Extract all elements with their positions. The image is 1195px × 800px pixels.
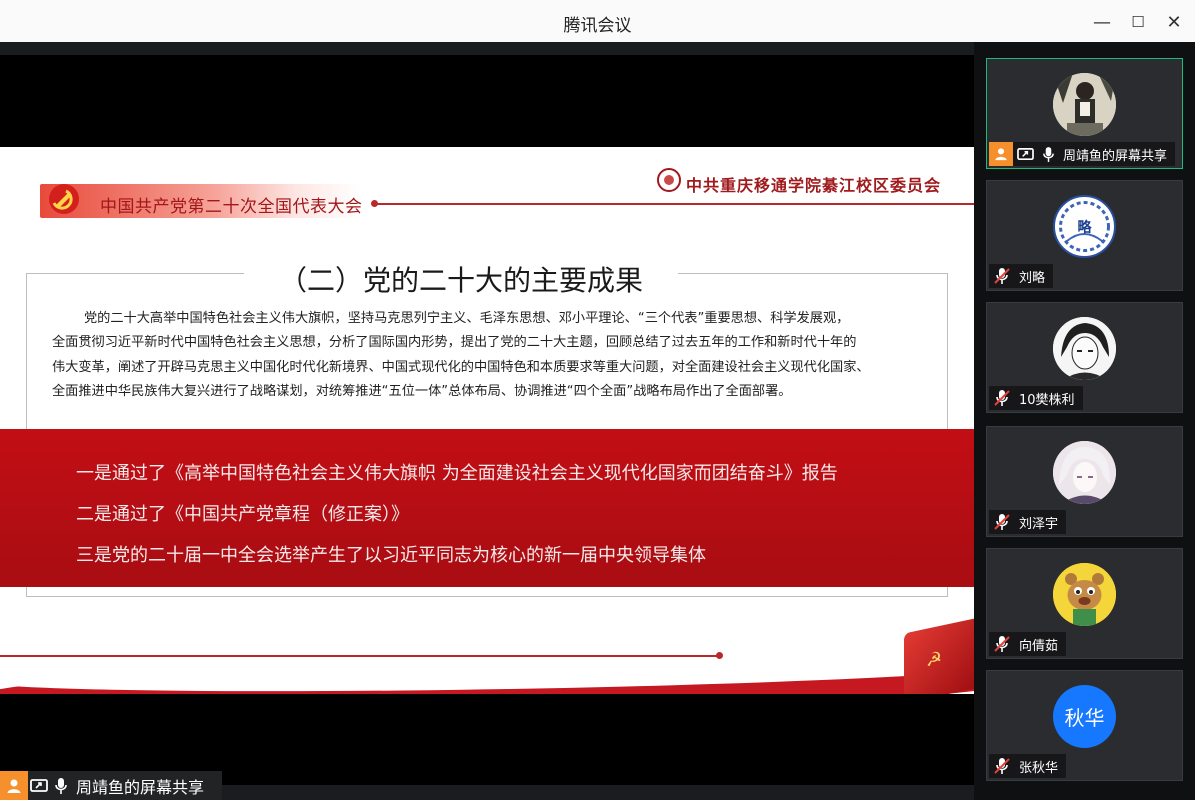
window-title: 腾讯会议 [563, 16, 632, 36]
cartoon-avatar-icon [1053, 563, 1116, 626]
title-bar: 腾讯会议 — ☐ ✕ [0, 0, 1195, 42]
participant-name: 10樊株利 [1019, 392, 1075, 408]
mic-muted-icon [989, 265, 1015, 287]
participant-tile[interactable]: 周靖鱼的屏幕共享 [986, 58, 1183, 169]
mic-muted-icon [989, 755, 1015, 777]
porcelain-avatar-icon: 略 [1053, 195, 1116, 258]
mic-icon [1037, 142, 1059, 166]
mic-muted-icon [989, 511, 1015, 533]
participant-label: 向倩茹 [989, 632, 1067, 656]
paragraph-line: 伟大变革，阐述了开辟马克思主义中国化时代化新境界、中国式现代化的中国特色和本质要… [52, 359, 870, 375]
participant-name: 刘泽宇 [1019, 516, 1059, 532]
initials-avatar-icon: 秋华 [1053, 685, 1116, 748]
presenter-bar: 周靖鱼的屏幕共享 [0, 771, 222, 800]
shared-screen[interactable]: 中国共产党第二十次全国代表大会 中共重庆移通学院綦江校区委员会 （二）党的二十大… [0, 55, 974, 785]
participant-name: 周靖鱼的屏幕共享 [1063, 148, 1168, 164]
participant-name: 向倩茹 [1019, 638, 1059, 654]
avatar-text: 秋华 [1064, 706, 1105, 730]
mic-muted-icon [989, 633, 1015, 655]
participant-label: 张秋华 [989, 754, 1067, 778]
mic-icon [50, 774, 72, 798]
screen-share-icon [28, 774, 50, 798]
presenter-name: 周靖鱼的屏幕共享 [76, 777, 205, 797]
participant-label: 10樊株利 [989, 386, 1083, 410]
participant-tile[interactable]: 刘泽宇 [986, 426, 1183, 537]
participant-name: 张秋华 [1019, 760, 1059, 776]
presenter-user-icon [989, 142, 1013, 166]
mic-muted-icon [989, 387, 1015, 409]
maximize-button[interactable]: ☐ [1124, 8, 1152, 36]
participant-tile[interactable]: 10樊株利 [986, 302, 1183, 413]
party-emblem-icon [49, 184, 79, 214]
org-title: 中共重庆移通学院綦江校区委员会 [686, 176, 942, 195]
achievements-band: 一是通过了《高举中国特色社会主义伟大旗帜 为全面建设社会主义现代化国家而团结奋斗… [0, 429, 974, 587]
header-divider [372, 203, 974, 205]
participant-tile[interactable]: 略 刘略 [986, 180, 1183, 291]
school-seal-icon [657, 168, 681, 192]
header-divider-dot [371, 200, 378, 207]
participant-tile[interactable]: 向倩茹 [986, 548, 1183, 659]
participant-sidebar: 周靖鱼的屏幕共享 略 刘略 10樊株利 刘泽宇 向倩茹 秋华 张秋华 [974, 42, 1195, 800]
participant-tile[interactable]: 秋华 张秋华 [986, 670, 1183, 781]
flag-icon: ☭ [904, 616, 974, 694]
presenter-user-icon [0, 771, 28, 800]
main-stage: 中国共产党第二十次全国代表大会 中共重庆移通学院綦江校区委员会 （二）党的二十大… [0, 42, 974, 800]
bottom-divider-dot [716, 652, 723, 659]
screen-share-icon [1013, 142, 1037, 166]
participant-label: 刘略 [989, 264, 1054, 288]
section-title: （二）党的二十大的主要成果 [244, 259, 678, 299]
photo-avatar-icon [1053, 73, 1116, 136]
participant-label: 周靖鱼的屏幕共享 [989, 142, 1176, 166]
intro-paragraph: 党的二十大高举中国特色社会主义伟大旗帜，坚持马克思列宁主义、毛泽东思想、邓小平理… [52, 307, 937, 405]
bottom-divider [0, 655, 720, 657]
anime-avatar-icon [1053, 317, 1116, 380]
close-button[interactable]: ✕ [1160, 8, 1188, 36]
achievement-item: 三是党的二十届一中全会选举产生了以习近平同志为核心的新一届中央领导集体 [76, 545, 706, 566]
participant-label: 刘泽宇 [989, 510, 1067, 534]
participant-name: 刘略 [1019, 270, 1046, 286]
congress-title: 中国共产党第二十次全国代表大会 [100, 197, 363, 217]
paragraph-line: 党的二十大高举中国特色社会主义伟大旗帜，坚持马克思列宁主义、毛泽东思想、邓小平理… [84, 311, 850, 326]
minimize-button[interactable]: — [1088, 8, 1116, 36]
anime-avatar-icon [1053, 441, 1116, 504]
avatar-text: 略 [1077, 219, 1092, 236]
achievement-item: 二是通过了《中国共产党章程（修正案）》 [76, 504, 409, 525]
paragraph-line: 全面推进中华民族伟大复兴进行了战略谋划，对统筹推进“五位一体”总体布局、协调推进… [52, 384, 792, 400]
presentation-slide: 中国共产党第二十次全国代表大会 中共重庆移通学院綦江校区委员会 （二）党的二十大… [0, 147, 974, 694]
paragraph-line: 全面贯彻习近平新时代中国特色社会主义思想，分析了国际国内形势，提出了党的二十大主… [52, 335, 857, 351]
achievement-item: 一是通过了《高举中国特色社会主义伟大旗帜 为全面建设社会主义现代化国家而团结奋斗… [76, 463, 838, 484]
